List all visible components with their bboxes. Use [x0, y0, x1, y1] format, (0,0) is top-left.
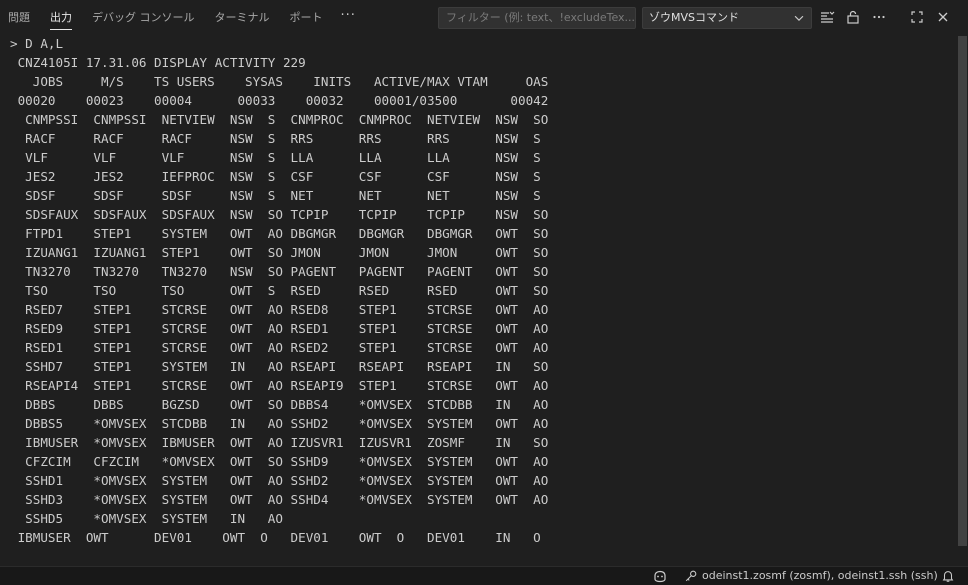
- notifications-bell-icon[interactable]: [941, 567, 955, 585]
- output-line: 00020 00023 00004 00033 00032 00001/0350…: [10, 93, 549, 108]
- status-bar: odeinst1.zosmf (zosmf), odeinst1.ssh (ss…: [0, 566, 968, 585]
- more-tabs-button[interactable]: ···: [333, 0, 364, 36]
- maximize-icon[interactable]: [908, 8, 926, 26]
- lock-icon[interactable]: [844, 8, 862, 26]
- output-line: SDSFAUX SDSFAUX SDSFAUX NSW SO TCPIP TCP…: [10, 207, 549, 222]
- key-icon: [684, 569, 698, 583]
- output-line: JOBS M/S TS USERS SYSAS INITS ACTIVE/MAX…: [10, 74, 549, 89]
- output-line: FTPD1 STEP1 SYSTEM OWT AO DBGMGR DBGMGR …: [10, 226, 549, 241]
- connection-label: odeinst1.zosmf (zosmf), odeinst1.ssh (ss…: [702, 569, 938, 582]
- output-line: TSO TSO TSO OWT S RSED RSED RSED OWT SO: [10, 283, 549, 298]
- close-icon[interactable]: [934, 8, 952, 26]
- output-line: SSHD3 *OMVSEX SYSTEM OWT AO SSHD4 *OMVSE…: [10, 492, 549, 507]
- output-line: RSED9 STEP1 STCRSE OWT AO RSED1 STEP1 ST…: [10, 321, 549, 336]
- output-line: VLF VLF VLF NSW S LLA LLA LLA NSW S: [10, 150, 541, 165]
- chevron-down-icon: [792, 11, 806, 32]
- tab-ports[interactable]: ポート: [280, 0, 333, 36]
- tab-debug-console[interactable]: デバッグ コンソール: [82, 0, 205, 36]
- output-line: JES2 JES2 IEFPROC NSW S CSF CSF CSF NSW …: [10, 169, 541, 184]
- more-actions-icon[interactable]: [870, 8, 888, 26]
- output-line: SSHD1 *OMVSEX SYSTEM OWT AO SSHD2 *OMVSE…: [10, 473, 549, 488]
- output-line: CNZ4105I 17.31.06 DISPLAY ACTIVITY 229: [10, 55, 306, 70]
- output-line: SSHD7 STEP1 SYSTEM IN AO RSEAPI RSEAPI R…: [10, 359, 549, 374]
- output-line: RSEAPI4 STEP1 STCRSE OWT AO RSEAPI9 STEP…: [10, 378, 549, 393]
- scrollbar-thumb[interactable]: [958, 36, 967, 546]
- output-line: IBMUSER OWT DEV01 OWT O DEV01 OWT O DEV0…: [10, 530, 541, 545]
- vertical-scrollbar[interactable]: [956, 36, 968, 546]
- output-line: RSED7 STEP1 STCRSE OWT AO RSED8 STEP1 ST…: [10, 302, 549, 317]
- filter-input[interactable]: フィルター (例: text、!excludeTex...: [438, 7, 636, 29]
- output-line: CFZCIM CFZCIM *OMVSEX OWT SO SSHD9 *OMVS…: [10, 454, 549, 469]
- output-line: DBBS5 *OMVSEX STCDBB IN AO SSHD2 *OMVSEX…: [10, 416, 549, 431]
- filter-lines-icon[interactable]: [818, 8, 836, 26]
- output-line: IZUANG1 IZUANG1 STEP1 OWT SO JMON JMON J…: [10, 245, 549, 260]
- output-line: CNMPSSI CNMPSSI NETVIEW NSW S CNMPROC CN…: [10, 112, 549, 127]
- output-channel-value: ゾウMVSコマンド: [649, 11, 739, 24]
- output-line: DBBS DBBS BGZSD OWT SO DBBS4 *OMVSEX STC…: [10, 397, 549, 412]
- output-line: SDSF SDSF SDSF NSW S NET NET NET NSW S: [10, 188, 541, 203]
- output-line: RACF RACF RACF NSW S RRS RRS RRS NSW S: [10, 131, 541, 146]
- output-line: > D A,L: [10, 36, 64, 51]
- output-channel-select[interactable]: ゾウMVSコマンド: [642, 7, 812, 29]
- output-line: SSHD5 *OMVSEX SYSTEM IN AO: [10, 511, 283, 526]
- output-panel: 問題 出力 デバッグ コンソール ターミナル ポート ··· フィルター (例:…: [0, 0, 968, 585]
- output-line: RSED1 STEP1 STCRSE OWT AO RSED2 STEP1 ST…: [10, 340, 549, 355]
- copilot-icon[interactable]: [652, 567, 668, 585]
- tab-output[interactable]: 出力: [40, 0, 82, 36]
- output-text-area[interactable]: > D A,L CNZ4105I 17.31.06 DISPLAY ACTIVI…: [10, 34, 950, 546]
- output-line: IBMUSER *OMVSEX IBMUSER OWT AO IZUSVR1 I…: [10, 435, 549, 450]
- output-line: TN3270 TN3270 TN3270 NSW SO PAGENT PAGEN…: [10, 264, 549, 279]
- tab-terminal[interactable]: ターミナル: [205, 0, 280, 36]
- zowe-connection-status[interactable]: odeinst1.zosmf (zosmf), odeinst1.ssh (ss…: [684, 567, 938, 585]
- tab-problems[interactable]: 問題: [0, 0, 40, 36]
